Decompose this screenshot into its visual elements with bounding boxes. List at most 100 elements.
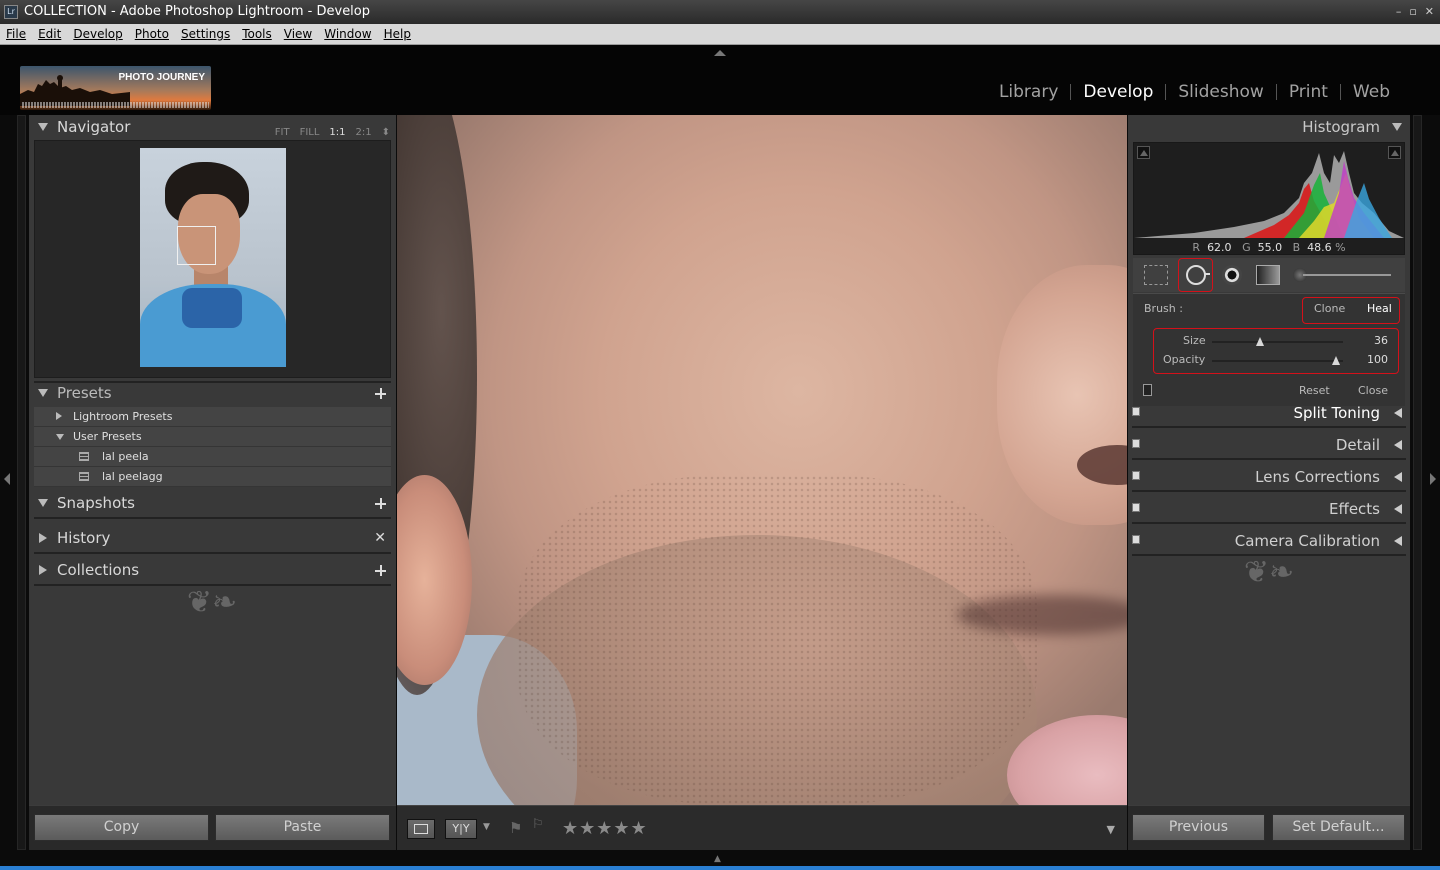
right-panel-edge[interactable] bbox=[1413, 115, 1422, 850]
heal-mode-button[interactable]: Heal bbox=[1367, 302, 1392, 315]
panel-effects[interactable]: Effects bbox=[1128, 497, 1410, 529]
preset-item[interactable]: lal peelagg bbox=[34, 467, 391, 487]
opacity-label: Opacity bbox=[1163, 353, 1206, 366]
panel-switch-icon[interactable] bbox=[1132, 503, 1140, 512]
reject-flag-icon[interactable]: ⚐ bbox=[532, 817, 544, 832]
menu-tools[interactable]: Tools bbox=[242, 24, 272, 44]
navigator-thumbnail[interactable] bbox=[140, 148, 286, 367]
size-slider-knob[interactable] bbox=[1256, 337, 1265, 346]
menu-edit[interactable]: Edit bbox=[38, 24, 61, 44]
preset-folder-user[interactable]: User Presets bbox=[34, 427, 391, 447]
navigator-preview[interactable] bbox=[34, 140, 391, 378]
menu-file[interactable]: File bbox=[6, 24, 26, 44]
menu-view[interactable]: View bbox=[284, 24, 312, 44]
clone-mode-button[interactable]: Clone bbox=[1314, 302, 1345, 315]
expand-triangle-icon bbox=[1394, 408, 1402, 418]
tool-overlay-toggle-icon[interactable] bbox=[1143, 384, 1152, 396]
panel-switch-icon[interactable] bbox=[1132, 535, 1140, 544]
collapse-triangle-icon bbox=[38, 123, 48, 131]
module-print[interactable]: Print bbox=[1277, 82, 1340, 102]
paste-button[interactable]: Paste bbox=[215, 814, 390, 841]
filmstrip-toggle-icon[interactable]: ▲ bbox=[714, 855, 726, 864]
previous-button[interactable]: Previous bbox=[1132, 814, 1265, 841]
view-dropdown-icon[interactable]: ▼ bbox=[483, 822, 490, 832]
menu-help[interactable]: Help bbox=[384, 24, 411, 44]
close-button[interactable]: Close bbox=[1358, 384, 1388, 397]
menu-window[interactable]: Window bbox=[324, 24, 371, 44]
preset-folder-lightroom[interactable]: Lightroom Presets bbox=[34, 407, 391, 427]
left-panel: Navigator FIT FILL 1:1 2:1 ⬍ Presets Lig… bbox=[29, 115, 396, 850]
module-library[interactable]: Library bbox=[987, 82, 1070, 102]
menu-photo[interactable]: Photo bbox=[135, 24, 169, 44]
panel-split-toning[interactable]: Split Toning bbox=[1128, 401, 1410, 433]
red-eye-tool-icon[interactable] bbox=[1220, 265, 1244, 285]
before-after-view-icon[interactable]: Y|Y bbox=[445, 819, 477, 839]
identity-plate-fineprint bbox=[22, 102, 209, 108]
flag-icon[interactable]: ⚑ bbox=[509, 819, 522, 837]
toolbar-content-dropdown-icon[interactable]: ▼ bbox=[1107, 823, 1115, 836]
add-collection-icon[interactable] bbox=[375, 565, 386, 576]
menu-bar: File Edit Develop Photo Settings Tools V… bbox=[0, 24, 1440, 45]
panel-switch-icon[interactable] bbox=[1132, 407, 1140, 416]
add-snapshot-icon[interactable] bbox=[375, 498, 386, 509]
menu-develop[interactable]: Develop bbox=[73, 24, 122, 44]
navigator-viewport-box[interactable] bbox=[177, 226, 216, 265]
size-slider[interactable] bbox=[1212, 337, 1343, 346]
copy-button[interactable]: Copy bbox=[34, 814, 209, 841]
right-panel: Histogram R 62.0 G 55.0 B 48.6 % Brush:… bbox=[1128, 115, 1410, 850]
identity-plate-logo[interactable]: PHOTO JOURNEY bbox=[20, 66, 211, 110]
spot-removal-panel: Brush : Clone Heal Size 36 Opacity 100 R… bbox=[1133, 293, 1405, 406]
size-value[interactable]: 36 bbox=[1374, 334, 1388, 347]
taskbar-edge bbox=[0, 866, 1440, 870]
panel-detail[interactable]: Detail bbox=[1128, 433, 1410, 465]
presets-header[interactable]: Presets bbox=[29, 381, 396, 405]
minimize-button[interactable]: – bbox=[1396, 0, 1402, 24]
photo-canvas[interactable] bbox=[397, 115, 1127, 805]
top-panel-toggle-icon[interactable] bbox=[714, 50, 726, 56]
expand-triangle-icon bbox=[39, 533, 47, 543]
panel-switch-icon[interactable] bbox=[1132, 439, 1140, 448]
right-panel-toggle-icon[interactable] bbox=[1430, 473, 1436, 485]
opacity-slider-knob[interactable] bbox=[1332, 356, 1341, 365]
left-panel-toggle-icon[interactable] bbox=[4, 473, 10, 485]
size-label: Size bbox=[1183, 334, 1206, 347]
panel-switch-icon[interactable] bbox=[1132, 471, 1140, 480]
left-panel-edge[interactable] bbox=[17, 115, 26, 850]
panel-lens-corrections[interactable]: Lens Corrections bbox=[1128, 465, 1410, 497]
reset-button[interactable]: Reset bbox=[1299, 384, 1330, 397]
adjustment-brush-slider[interactable] bbox=[1293, 265, 1393, 285]
identity-plate-text: PHOTO JOURNEY bbox=[118, 72, 206, 83]
navigator-header[interactable]: Navigator FIT FILL 1:1 2:1 ⬍ bbox=[29, 115, 396, 139]
loupe-view-icon[interactable] bbox=[407, 819, 435, 839]
crop-tool-icon[interactable] bbox=[1144, 265, 1168, 285]
window-title: COLLECTION - Adobe Photoshop Lightroom -… bbox=[24, 4, 371, 19]
preset-item[interactable]: lal peela bbox=[34, 447, 391, 467]
snapshots-header[interactable]: Snapshots bbox=[29, 491, 396, 515]
opacity-value[interactable]: 100 bbox=[1367, 353, 1388, 366]
close-window-button[interactable]: ✕ bbox=[1425, 0, 1434, 24]
maximize-button[interactable]: ▫ bbox=[1409, 0, 1416, 24]
navigator-title: Navigator bbox=[57, 118, 131, 136]
module-develop[interactable]: Develop bbox=[1071, 82, 1165, 102]
histogram-rgb-readout: R 62.0 G 55.0 B 48.6 % bbox=[1192, 241, 1346, 254]
histogram[interactable]: R 62.0 G 55.0 B 48.6 % bbox=[1133, 142, 1405, 255]
preset-icon bbox=[79, 452, 89, 461]
histogram-header[interactable]: Histogram bbox=[1128, 115, 1410, 139]
expand-triangle-icon bbox=[1394, 504, 1402, 514]
graduated-filter-icon[interactable] bbox=[1256, 265, 1280, 285]
set-default-button[interactable]: Set Default... bbox=[1272, 814, 1405, 841]
add-preset-icon[interactable] bbox=[375, 388, 386, 399]
menu-settings[interactable]: Settings bbox=[181, 24, 230, 44]
collections-header[interactable]: Collections bbox=[29, 558, 396, 582]
panel-end-ornament-icon: ❦❧ bbox=[186, 585, 238, 620]
expand-triangle-icon bbox=[1394, 440, 1402, 450]
module-slideshow[interactable]: Slideshow bbox=[1166, 82, 1275, 102]
collapse-triangle-icon bbox=[56, 434, 64, 440]
opacity-slider[interactable] bbox=[1212, 356, 1343, 365]
module-web[interactable]: Web bbox=[1341, 82, 1402, 102]
brush-label: Brush : bbox=[1144, 302, 1183, 315]
rating-stars[interactable]: ★★★★★ bbox=[562, 818, 648, 839]
clear-history-icon[interactable]: ✕ bbox=[374, 531, 386, 545]
history-header[interactable]: History ✕ bbox=[29, 526, 396, 550]
panel-end-ornament-icon: ❦❧ bbox=[1243, 555, 1295, 590]
